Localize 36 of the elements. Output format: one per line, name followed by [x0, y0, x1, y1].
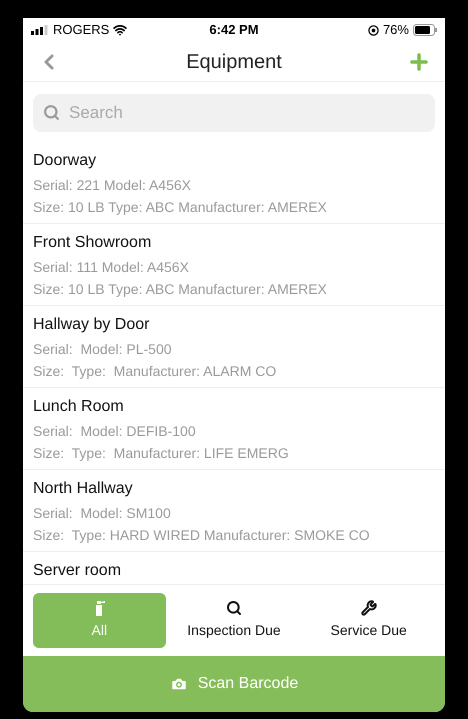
status-time: 6:42 PM: [209, 21, 259, 40]
equipment-name: Doorway: [33, 151, 98, 171]
wifi-icon: [113, 23, 128, 37]
serial-model-text: Serial: Model: DEFIB-100: [33, 422, 197, 441]
serial-model-text: Serial: 111 Model: A456X: [33, 258, 190, 277]
equipment-row[interactable]: Lunch Room Serial: Model: DEFIB-100 Size: Type: Manufacturer: LIFE EMERG: [23, 388, 445, 470]
details-text: Size: Type: Manufacturer: ALARM CO: [33, 362, 278, 381]
details-text: Size: Type: HARD WIRED Manufacturer: SMOKE CO: [33, 526, 371, 545]
serial-model-text: Serial: Model: PL-500: [33, 340, 173, 359]
equipment-name: Lunch Room: [33, 397, 125, 417]
serial-model-text: Serial: Model: SM100: [33, 504, 172, 523]
battery-percent: 76%: [382, 21, 409, 40]
equipment-row[interactable]: North Hallway Serial: Model: SM100 Size: Type: HARD WIRED Manufacturer: SMOKE CO: [23, 470, 445, 552]
search-icon: [226, 600, 242, 616]
filter-tab[interactable]: Service Due: [302, 593, 436, 648]
serial-model-text: Serial: 221 Model: A456X: [33, 176, 192, 195]
search-field[interactable]: Search: [33, 94, 435, 132]
search-icon: [43, 104, 60, 121]
wrench-icon: [360, 600, 377, 616]
equipment-name: Front Showroom: [33, 233, 152, 253]
equipment-row[interactable]: Hallway by Door Serial: Model: PL-500 Size: Type: Manufacturer: ALARM CO: [23, 306, 445, 388]
screen-title: Equipment: [186, 50, 282, 74]
details-text: Size: Type: Manufacturer: LIFE EMERG: [33, 444, 290, 463]
filter-tab[interactable]: Inspection Due: [168, 593, 300, 648]
equipment-row[interactable]: Front Showroom Serial: 111 Model: A456X Size: 10 LB Type: ABC Manufacturer: AMEREX: [23, 224, 445, 306]
equipment-name: North Hallway: [33, 479, 134, 499]
equipment-name: Hallway by Door: [33, 315, 150, 335]
battery-icon: [412, 24, 437, 36]
details-text: Size: 10 LB Type: ABC Manufacturer: AMEREX: [33, 280, 328, 299]
carrier-name: ROGERS: [53, 21, 110, 40]
equipment-row[interactable]: Doorway Serial: 221 Model: A456X Size: 10 LB Type: ABC Manufacturer: AMEREX: [23, 142, 445, 224]
equipment-name: Server room: [33, 561, 122, 581]
orientation-lock-icon: [368, 24, 379, 36]
extinguisher-icon: [93, 600, 106, 616]
details-text: Size: 10 LB Type: ABC Manufacturer: AMEREX: [33, 198, 328, 217]
signal-icon: [31, 25, 49, 35]
